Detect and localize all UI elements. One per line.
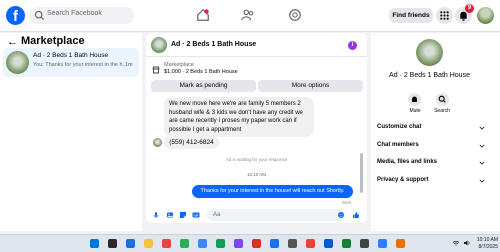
listing-thumbnail bbox=[6, 51, 29, 74]
chevron-down-icon bbox=[479, 144, 485, 148]
clock-date[interactable]: 8/7/2025 bbox=[472, 244, 498, 250]
task-view-icon[interactable] bbox=[126, 239, 135, 248]
privacy-support-item[interactable]: Privacy & support bbox=[377, 177, 490, 183]
like-icon[interactable] bbox=[352, 211, 360, 219]
app-icon[interactable] bbox=[324, 239, 333, 248]
photo-icon[interactable] bbox=[166, 211, 174, 219]
profile-avatar[interactable] bbox=[477, 7, 494, 24]
clock-time[interactable]: 10:10 AM bbox=[472, 237, 498, 243]
listing-price: $1,000 · 2 Beds 1 Bath House bbox=[164, 69, 238, 75]
search-icon[interactable] bbox=[108, 239, 117, 248]
app-icon[interactable] bbox=[396, 239, 405, 248]
conversation-title: Ad · 2 Beds 1 Bath House bbox=[33, 52, 109, 59]
waiting-note: Ad is waiting for your response bbox=[225, 157, 288, 162]
chat-info-icon[interactable]: i bbox=[348, 41, 357, 50]
app-icon[interactable] bbox=[234, 239, 243, 248]
conversation-item[interactable]: Ad · 2 Beds 1 Bath House You: Thanks for… bbox=[3, 48, 139, 77]
search-conversation-button[interactable] bbox=[436, 93, 449, 106]
chevron-down-icon bbox=[479, 161, 485, 165]
gaming-icon[interactable] bbox=[288, 8, 302, 22]
back-arrow-icon[interactable]: ← bbox=[7, 36, 18, 48]
sender-avatar bbox=[153, 138, 162, 147]
panel-title: Marketplace bbox=[21, 35, 85, 47]
message-timestamp: 10:10 AM bbox=[246, 172, 266, 177]
gif-icon[interactable]: GIF bbox=[192, 211, 200, 219]
marketplace-label: Marketplace bbox=[164, 62, 194, 68]
chat-window: Ad · 2 Beds 1 Bath House i Marketplace $… bbox=[146, 33, 367, 223]
chat-members-item[interactable]: Chat members bbox=[377, 142, 490, 148]
message-input[interactable]: Aa bbox=[207, 209, 345, 221]
volume-icon[interactable] bbox=[463, 239, 471, 247]
sent-status: Sent bbox=[342, 200, 352, 205]
app-icon[interactable] bbox=[162, 239, 171, 248]
search-placeholder: Search Facebook bbox=[47, 10, 102, 17]
outgoing-message: Thanks for your interest in the housel w… bbox=[192, 185, 353, 198]
app-icon[interactable] bbox=[252, 239, 261, 248]
marketplace-icon bbox=[152, 66, 160, 74]
conversation-preview: You: Thanks for your interest in the h..… bbox=[33, 62, 125, 68]
conversation-time: 1m bbox=[125, 62, 133, 68]
customize-chat-item[interactable]: Customize chat bbox=[377, 124, 490, 130]
top-navigation-bar: f Search Facebook Find friends 9 bbox=[0, 0, 500, 32]
windows-taskbar: 10:10 AM 8/7/2025 bbox=[0, 234, 500, 252]
facebook-logo[interactable]: f bbox=[6, 6, 25, 25]
friends-icon[interactable] bbox=[241, 8, 255, 22]
app-icon[interactable] bbox=[360, 239, 369, 248]
app-icon[interactable] bbox=[306, 239, 315, 248]
app-icon[interactable] bbox=[378, 239, 387, 248]
marketplace-inbox-panel: ← Marketplace Ad · 2 Beds 1 Bath House Y… bbox=[0, 33, 142, 231]
app-icon[interactable] bbox=[180, 239, 189, 248]
notification-count-badge: 9 bbox=[465, 4, 474, 13]
chevron-down-icon bbox=[479, 179, 485, 183]
divider bbox=[146, 56, 367, 57]
sticker-icon[interactable] bbox=[179, 211, 187, 219]
bell-mute-icon bbox=[412, 96, 417, 102]
search-input[interactable]: Search Facebook bbox=[29, 7, 134, 24]
mute-label: Mute bbox=[409, 108, 421, 114]
message-input-placeholder: Aa bbox=[213, 212, 221, 218]
app-icon[interactable] bbox=[342, 239, 351, 248]
edge-icon[interactable] bbox=[270, 239, 279, 248]
listing-avatar bbox=[416, 39, 443, 66]
details-title: Ad · 2 Beds 1 Bath House bbox=[389, 72, 470, 79]
microphone-icon[interactable] bbox=[152, 211, 160, 219]
more-options-button[interactable]: More options bbox=[258, 80, 363, 92]
search-icon bbox=[34, 10, 44, 20]
mark-as-pending-button[interactable]: Mark as pending bbox=[151, 80, 256, 92]
incoming-phone-message: (559) 412-6824 bbox=[164, 136, 219, 149]
search-label: Search bbox=[434, 108, 450, 114]
app-icon[interactable] bbox=[216, 239, 225, 248]
file-explorer-icon[interactable] bbox=[144, 239, 153, 248]
media-files-links-item[interactable]: Media, files and links bbox=[377, 159, 490, 165]
search-icon bbox=[438, 95, 446, 103]
chrome-icon[interactable] bbox=[198, 239, 207, 248]
chat-scrollbar[interactable] bbox=[360, 153, 363, 193]
mute-button[interactable] bbox=[408, 93, 421, 106]
chevron-down-icon bbox=[479, 126, 485, 130]
svg-text:GIF: GIF bbox=[194, 213, 199, 217]
chat-title[interactable]: Ad · 2 Beds 1 Bath House bbox=[171, 41, 256, 48]
chat-avatar bbox=[151, 37, 167, 53]
find-friends-button[interactable]: Find friends bbox=[389, 8, 433, 23]
chat-details-panel: Ad · 2 Beds 1 Bath House Mute Search Cus… bbox=[371, 33, 500, 231]
app-icon[interactable] bbox=[288, 239, 297, 248]
home-icon[interactable] bbox=[196, 8, 210, 22]
grid-menu-icon bbox=[440, 11, 449, 20]
wifi-icon[interactable] bbox=[452, 239, 460, 247]
incoming-message: We new move here we're are family 5 memb… bbox=[164, 97, 314, 137]
emoji-icon[interactable] bbox=[337, 211, 345, 219]
menu-button[interactable] bbox=[436, 7, 453, 24]
windows-start-icon[interactable] bbox=[90, 239, 99, 248]
